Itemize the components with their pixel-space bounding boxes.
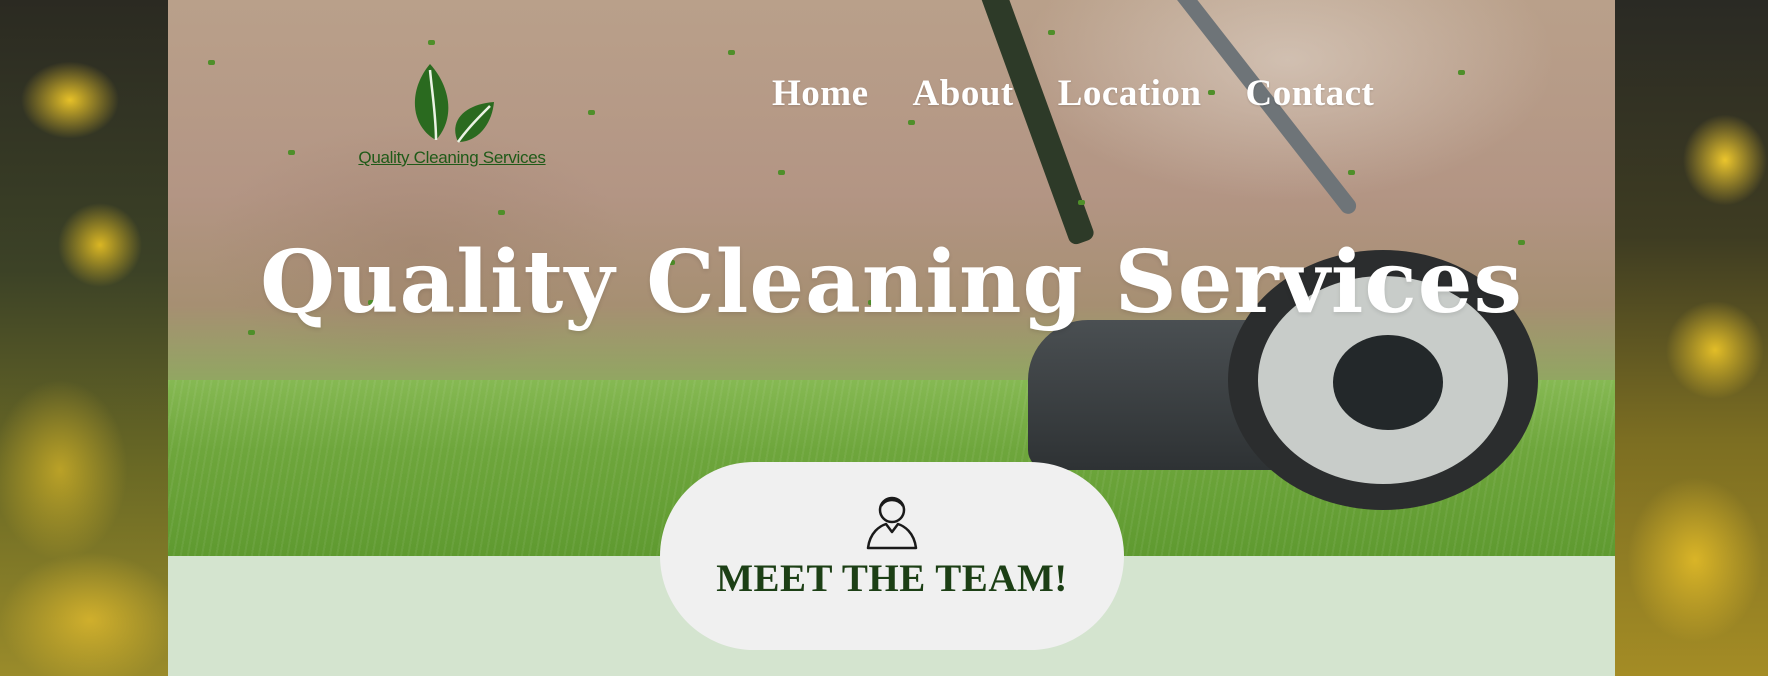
main-nav: Home About Location Contact <box>772 72 1374 115</box>
logo-text-link[interactable]: Quality Cleaning Services <box>352 148 552 168</box>
leaf-logo-icon <box>414 64 494 143</box>
hero-title: Quality Cleaning Services <box>260 232 1523 333</box>
person-icon <box>866 496 918 550</box>
left-background-panel <box>0 0 168 676</box>
nav-home[interactable]: Home <box>772 72 869 115</box>
meet-the-team-label: MEET THE TEAM! <box>716 557 1068 600</box>
meet-the-team-button[interactable]: MEET THE TEAM! <box>660 462 1124 650</box>
nav-contact[interactable]: Contact <box>1246 72 1375 115</box>
nav-about[interactable]: About <box>913 72 1014 115</box>
right-background-panel <box>1615 0 1768 676</box>
nav-location[interactable]: Location <box>1058 72 1202 115</box>
site-logo[interactable]: Quality Cleaning Services <box>352 56 552 168</box>
